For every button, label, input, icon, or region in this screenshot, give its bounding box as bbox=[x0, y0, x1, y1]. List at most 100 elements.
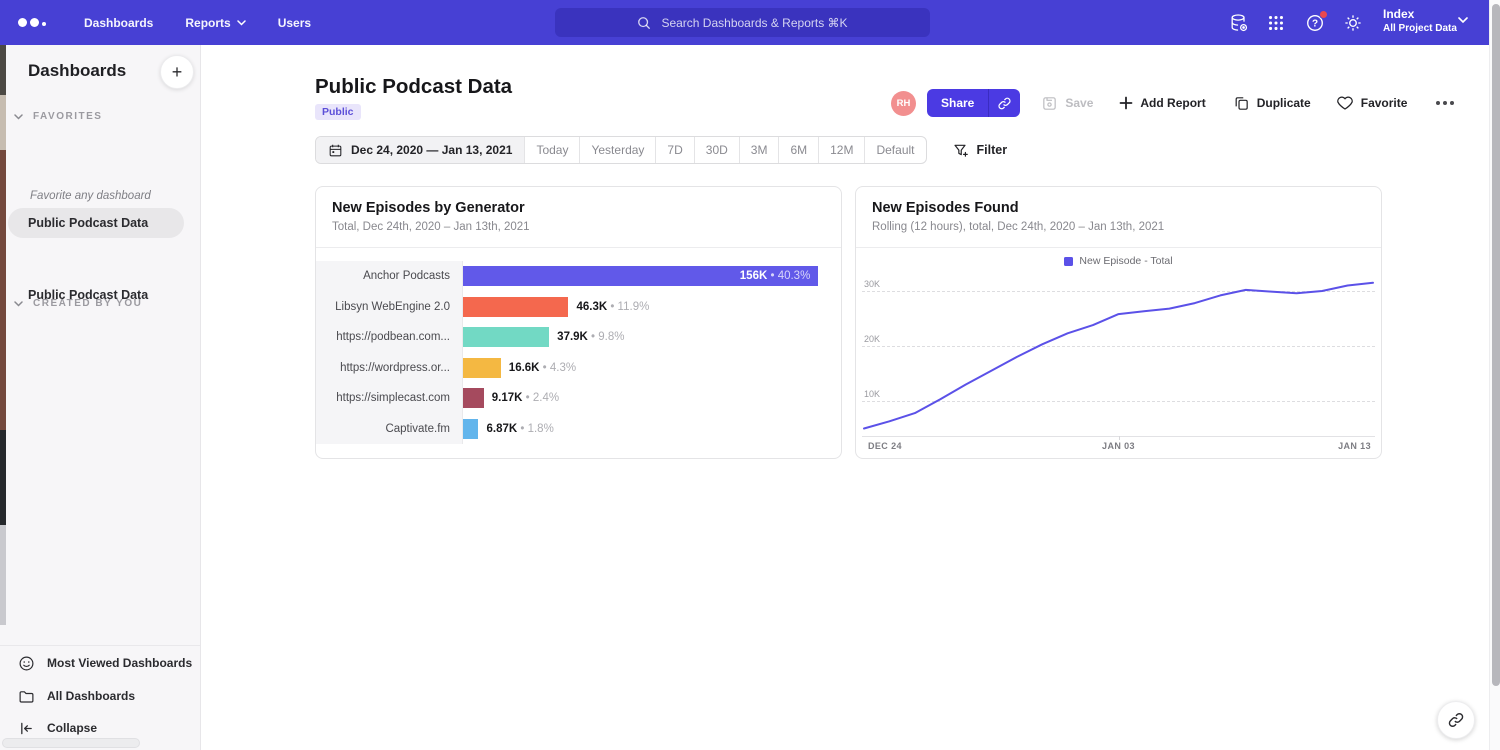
heart-icon bbox=[1336, 94, 1354, 112]
link-icon bbox=[1447, 711, 1465, 729]
calendar-icon bbox=[328, 143, 343, 158]
page-title: Public Podcast Data bbox=[315, 75, 512, 99]
share-link-button[interactable] bbox=[988, 89, 1020, 117]
apps-grid-icon[interactable] bbox=[1266, 13, 1286, 33]
sidebar-item-public-podcast-data-created[interactable]: Public Podcast Data bbox=[8, 280, 184, 310]
filter-icon bbox=[953, 142, 969, 159]
search-placeholder: Search Dashboards & Reports ⌘K bbox=[661, 16, 847, 30]
sidebar-item-public-podcast-data-recent[interactable]: Public Podcast Data bbox=[8, 208, 184, 238]
bar-category-label: https://podbean.com... bbox=[316, 322, 463, 353]
preset-6m[interactable]: 6M bbox=[778, 137, 818, 163]
preset-7d[interactable]: 7D bbox=[655, 137, 693, 163]
bar[interactable] bbox=[463, 297, 568, 317]
floating-share-link-button[interactable] bbox=[1437, 701, 1475, 739]
bar-value-label: 37.9K • 9.8% bbox=[557, 331, 624, 343]
save-button[interactable]: Save bbox=[1041, 95, 1093, 112]
bar[interactable]: 156K • 40.3% bbox=[463, 266, 818, 286]
preset-today[interactable]: Today bbox=[524, 137, 579, 163]
workspace-subtitle: All Project Data bbox=[1383, 23, 1457, 34]
duplicate-button[interactable]: Duplicate bbox=[1233, 95, 1311, 112]
bar-row: Anchor Podcasts156K • 40.3% bbox=[316, 261, 841, 292]
section-favorites[interactable]: FAVORITES bbox=[0, 111, 200, 122]
bar-row: Captivate.fm 6.87K • 1.8% bbox=[316, 414, 841, 445]
section-favorites-label: FAVORITES bbox=[33, 111, 102, 122]
search-icon bbox=[637, 16, 651, 30]
bar-value-label: 6.87K • 1.8% bbox=[486, 423, 553, 435]
vertical-scrollbar[interactable] bbox=[1489, 0, 1500, 750]
settings-gear-icon[interactable] bbox=[1343, 13, 1363, 33]
background-window-sliver bbox=[0, 45, 6, 95]
vertical-scrollbar-thumb[interactable] bbox=[1492, 4, 1500, 686]
card-new-episodes-found: New Episodes Found Rolling (12 hours), t… bbox=[855, 186, 1382, 459]
bar-category-label: Captivate.fm bbox=[316, 414, 463, 445]
public-badge: Public bbox=[315, 104, 361, 120]
horizontal-scrollbar-thumb[interactable] bbox=[2, 738, 140, 748]
collapse-icon bbox=[18, 720, 35, 737]
nav-reports-label: Reports bbox=[185, 16, 230, 30]
line-chart: New Episode - Total 30K 20K 10K DEC 24 J… bbox=[856, 248, 1381, 458]
data-sources-icon[interactable] bbox=[1229, 13, 1249, 33]
date-controls: Dec 24, 2020 — Jan 13, 2021 TodayYesterd… bbox=[315, 136, 1007, 164]
chart-subtitle: Rolling (12 hours), total, Dec 24th, 202… bbox=[872, 221, 1365, 233]
favorite-button[interactable]: Favorite bbox=[1336, 94, 1408, 112]
bar-category-label: Libsyn WebEngine 2.0 bbox=[316, 292, 463, 323]
filter-button[interactable]: Filter bbox=[953, 142, 1008, 159]
sidebar: Dashboards + FAVORITES Favorite any dash… bbox=[0, 45, 201, 750]
workspace-switcher[interactable]: Index All Project Data bbox=[1383, 7, 1457, 34]
bar[interactable] bbox=[463, 388, 484, 408]
bar-value-label: 46.3K • 11.9% bbox=[576, 301, 649, 313]
mode-logo-icon[interactable] bbox=[18, 18, 52, 27]
x-tick-jan13: JAN 13 bbox=[1338, 441, 1371, 451]
preset-default[interactable]: Default bbox=[864, 137, 925, 163]
bar-row: https://wordpress.or...16.6K • 4.3% bbox=[316, 353, 841, 384]
sidebar-divider bbox=[0, 645, 200, 646]
all-dashboards-button[interactable]: All Dashboards bbox=[0, 681, 200, 711]
more-options-button[interactable] bbox=[1433, 101, 1454, 105]
add-dashboard-button[interactable]: + bbox=[160, 55, 194, 89]
chart-subtitle: Total, Dec 24th, 2020 – Jan 13th, 2021 bbox=[332, 221, 825, 233]
bar-category-label: Anchor Podcasts bbox=[316, 261, 463, 292]
sidebar-item-label: Public Podcast Data bbox=[28, 216, 148, 230]
bar-category-label: https://simplecast.com bbox=[316, 383, 463, 414]
nav-dashboards[interactable]: Dashboards bbox=[84, 16, 153, 30]
date-range-control: Dec 24, 2020 — Jan 13, 2021 TodayYesterd… bbox=[315, 136, 927, 164]
plus-icon bbox=[1119, 96, 1133, 110]
date-range-label: Dec 24, 2020 — Jan 13, 2021 bbox=[351, 143, 512, 157]
avatar[interactable]: RH bbox=[891, 91, 916, 116]
search-input[interactable]: Search Dashboards & Reports ⌘K bbox=[555, 8, 930, 37]
nav-dashboards-label: Dashboards bbox=[84, 16, 153, 30]
notification-badge bbox=[1319, 10, 1328, 19]
help-icon[interactable]: ? bbox=[1305, 13, 1325, 33]
nav-users[interactable]: Users bbox=[278, 16, 311, 30]
preset-3m[interactable]: 3M bbox=[739, 137, 779, 163]
svg-text:?: ? bbox=[1312, 19, 1318, 30]
nav-reports[interactable]: Reports bbox=[185, 16, 245, 30]
nav-users-label: Users bbox=[278, 16, 311, 30]
sidebar-title: Dashboards bbox=[28, 61, 126, 81]
preset-yesterday[interactable]: Yesterday bbox=[579, 137, 655, 163]
add-report-button[interactable]: Add Report bbox=[1119, 96, 1205, 110]
preset-12m[interactable]: 12M bbox=[818, 137, 864, 163]
date-range-button[interactable]: Dec 24, 2020 — Jan 13, 2021 bbox=[316, 137, 524, 163]
share-button[interactable]: Share bbox=[927, 89, 988, 117]
header-actions: RH Share Save Add Report Duplicate Favor… bbox=[891, 89, 1454, 117]
preset-30d[interactable]: 30D bbox=[694, 137, 739, 163]
most-viewed-dashboards-button[interactable]: Most Viewed Dashboards bbox=[0, 648, 200, 678]
bar[interactable] bbox=[463, 327, 549, 347]
link-icon bbox=[997, 96, 1012, 111]
x-tick-dec24: DEC 24 bbox=[868, 441, 902, 451]
bar-value-label: 9.17K • 2.4% bbox=[492, 392, 559, 404]
sidebar-item-label: Public Podcast Data bbox=[28, 288, 148, 302]
chevron-down-icon bbox=[237, 20, 246, 26]
bar[interactable] bbox=[463, 419, 478, 439]
workspace-name: Index bbox=[1383, 7, 1457, 21]
add-report-label: Add Report bbox=[1140, 96, 1205, 110]
folder-icon bbox=[18, 688, 35, 705]
workspace-chevron-icon[interactable] bbox=[1458, 17, 1468, 24]
top-nav: Dashboards Reports Users Search Dashboar… bbox=[0, 0, 1489, 45]
bar-row: https://simplecast.com 9.17K • 2.4% bbox=[316, 383, 841, 414]
bar[interactable] bbox=[463, 358, 501, 378]
smiley-icon bbox=[18, 655, 35, 672]
background-window-sliver bbox=[0, 150, 6, 430]
share-split-button[interactable]: Share bbox=[927, 89, 1020, 117]
